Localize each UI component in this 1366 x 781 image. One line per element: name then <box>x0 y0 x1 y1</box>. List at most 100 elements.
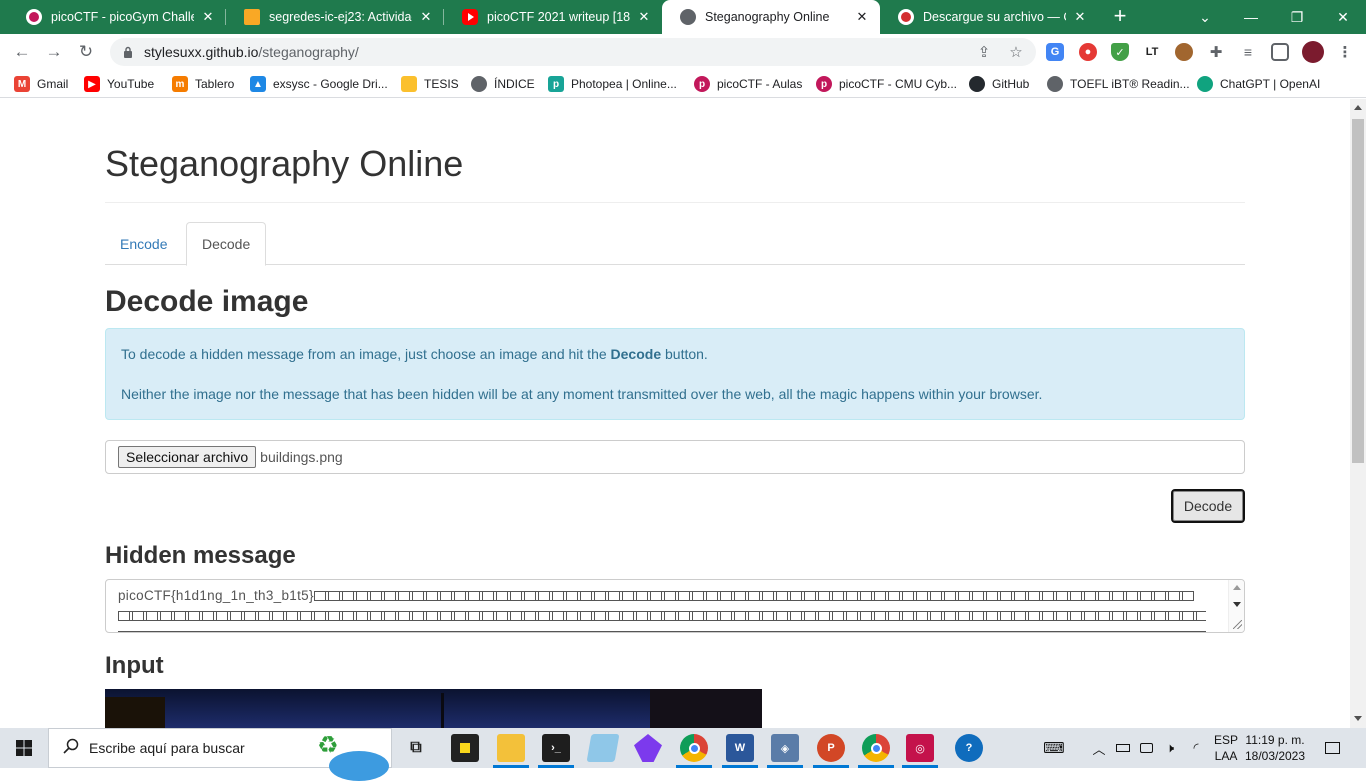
bookmark-tesis[interactable]: TESIS <box>401 75 459 93</box>
site-title: Steganography Online <box>105 143 464 184</box>
input-image <box>105 689 762 728</box>
bookmark-star-icon[interactable]: ☆ <box>1007 43 1025 61</box>
languagetool-extension-icon[interactable]: LT <box>1143 43 1161 61</box>
snipping-tool-icon[interactable] <box>586 734 620 762</box>
virtualbox-icon[interactable]: ◈ <box>771 734 799 762</box>
hidden-message-textarea[interactable]: picoCTF{h1d1ng_1n_th3_b1t5} <box>105 579 1245 633</box>
minimize-icon[interactable]: — <box>1228 0 1274 34</box>
task-view-icon[interactable]: ⧉ <box>402 734 430 762</box>
tab-title: Steganography Online <box>705 10 830 24</box>
openai-icon <box>1197 76 1213 92</box>
media-controls-icon[interactable]: ≡ <box>1239 43 1257 61</box>
tab-search-icon[interactable]: ⌄ <box>1182 0 1228 34</box>
bookmark-exsysc[interactable]: ▲ exsysc - Google Dri... <box>250 75 388 93</box>
close-window-icon[interactable]: ✕ <box>1320 0 1366 34</box>
textarea-scrollbar[interactable] <box>1228 580 1244 632</box>
bookmark-toefl[interactable]: TOEFL iBT® Readin... <box>1047 75 1190 93</box>
close-tab-icon[interactable]: ✕ <box>1072 9 1088 25</box>
menu-kebab-icon[interactable]: ⋮ <box>1336 43 1354 61</box>
close-tab-icon[interactable]: ✕ <box>418 9 434 25</box>
display-icon[interactable] <box>1136 728 1156 768</box>
page-viewport: Steganography Online Encode Decode Decod… <box>0 99 1350 728</box>
bookmark-picoctf-aulas[interactable]: p picoCTF - Aulas <box>694 75 802 93</box>
unprintable-glyphs <box>118 631 1206 632</box>
scrollbar-thumb[interactable] <box>1352 119 1364 463</box>
profile-avatar[interactable] <box>1302 41 1324 63</box>
browser-tab-picogym[interactable]: picoCTF - picoGym Challenge ✕ <box>8 0 226 34</box>
wifi-icon[interactable]: ◜ <box>1186 728 1206 768</box>
word-icon[interactable]: W <box>726 734 754 762</box>
translate-extension-icon[interactable]: G <box>1046 43 1064 61</box>
volume-mute-icon[interactable]: 🕨 <box>1160 728 1180 768</box>
picoctf-icon: p <box>816 76 832 92</box>
bookmark-chatgpt[interactable]: ChatGPT | OpenAI <box>1197 75 1320 93</box>
obsidian-icon[interactable] <box>634 734 662 762</box>
terminal-icon[interactable]: ›_ <box>542 734 570 762</box>
back-icon[interactable]: ← <box>10 40 34 64</box>
battery-icon[interactable] <box>1113 728 1133 768</box>
tab-encode[interactable]: Encode <box>105 222 182 265</box>
bookmark-gmail[interactable]: M Gmail <box>14 75 68 93</box>
globe-icon <box>1047 76 1063 92</box>
input-language[interactable]: ESP LAA <box>1212 732 1240 764</box>
sticky-notes-icon[interactable] <box>451 734 479 762</box>
address-bar[interactable]: stylesuxx.github.io/steganography/ ⇪ ☆ <box>110 38 1036 66</box>
download-favicon-icon <box>898 9 914 25</box>
hidden-message-line-1: picoCTF{h1d1ng_1n_th3_b1t5} <box>118 588 1194 603</box>
decode-button[interactable]: Decode <box>1171 489 1245 523</box>
bookmark-github[interactable]: GitHub <box>969 75 1029 93</box>
tab-title: picoCTF 2021 writeup [18] - F <box>487 10 630 24</box>
bookmark-youtube[interactable]: ▶ YouTube <box>84 75 154 93</box>
browser-tab-segredes[interactable]: segredes-ic-ej23: Actividad 0 ✕ <box>226 0 444 34</box>
bookmark-picoctf-cmu[interactable]: p picoCTF - CMU Cyb... <box>816 75 957 93</box>
close-tab-icon[interactable]: ✕ <box>200 9 216 25</box>
new-tab-button[interactable]: + <box>1108 5 1132 29</box>
bookmark-photopea[interactable]: p Photopea | Online... <box>548 75 677 93</box>
file-explorer-icon[interactable] <box>497 734 525 762</box>
moodle-icon: m <box>172 76 188 92</box>
lock-icon[interactable] <box>122 45 134 59</box>
bookmarks-bar: M Gmail ▶ YouTube m Tablero ▲ exsysc - Googl… <box>0 70 1366 98</box>
search-icon <box>63 738 79 759</box>
notifications-icon[interactable] <box>1320 728 1344 768</box>
taskbar-search[interactable]: Escribe aquí para buscar ♻ <box>48 728 392 781</box>
adblock-extension-icon[interactable]: ● <box>1079 43 1097 61</box>
bookmark-indice[interactable]: ÍNDICE <box>471 75 535 93</box>
windows-start-icon[interactable] <box>0 728 48 768</box>
globe-favicon-icon <box>680 9 696 25</box>
chrome-profile-icon[interactable] <box>862 734 890 762</box>
browser-tab-descargue[interactable]: Descargue su archivo — Con ✕ <box>880 0 1098 34</box>
tab-title: segredes-ic-ej23: Actividad 0 <box>269 10 412 24</box>
browser-tab-steganography[interactable]: Steganography Online ✕ <box>662 0 880 34</box>
cookie-extension-icon[interactable] <box>1175 43 1193 61</box>
hidden-message-title: Hidden message <box>105 542 296 569</box>
browser-tab-writeup[interactable]: picoCTF 2021 writeup [18] - F ✕ <box>444 0 662 34</box>
share-icon[interactable]: ⇪ <box>975 43 993 61</box>
google-drive-icon: ▲ <box>250 76 266 92</box>
close-tab-icon[interactable]: ✕ <box>854 9 870 25</box>
chrome-icon[interactable] <box>680 734 708 762</box>
reload-icon[interactable]: ↻ <box>74 40 98 64</box>
globe-widget-icon[interactable] <box>329 751 389 781</box>
shield-extension-icon[interactable]: ✓ <box>1111 43 1129 61</box>
extensions-puzzle-icon[interactable]: ✚ <box>1207 43 1225 61</box>
keyboard-icon[interactable]: ⌨ <box>1042 728 1066 768</box>
clipchamp-icon[interactable]: ◎ <box>906 734 934 762</box>
forward-icon[interactable]: → <box>42 40 66 64</box>
side-panel-icon[interactable] <box>1271 43 1289 61</box>
help-icon[interactable]: ? <box>955 734 983 762</box>
tab-decode[interactable]: Decode <box>186 222 267 266</box>
close-tab-icon[interactable]: ✕ <box>636 9 652 25</box>
section-title: Decode image <box>105 285 309 318</box>
choose-file-button[interactable]: Seleccionar archivo <box>118 446 257 468</box>
resize-handle-icon[interactable] <box>1233 620 1242 629</box>
mode-tabs: Encode Decode <box>105 222 1245 266</box>
powerpoint-icon[interactable]: P <box>817 734 845 762</box>
file-input[interactable]: Seleccionar archivo buildings.png <box>105 440 1245 474</box>
tab-title: picoCTF - picoGym Challenge <box>51 10 194 24</box>
restore-icon[interactable]: ❐ <box>1274 0 1320 34</box>
page-scrollbar[interactable] <box>1350 99 1366 728</box>
bookmark-tablero[interactable]: m Tablero <box>172 75 234 93</box>
show-hidden-icons-chevron-up-icon[interactable]: ︿ <box>1090 728 1108 768</box>
system-clock[interactable]: 11:19 p. m. 18/03/2023 <box>1244 732 1306 764</box>
